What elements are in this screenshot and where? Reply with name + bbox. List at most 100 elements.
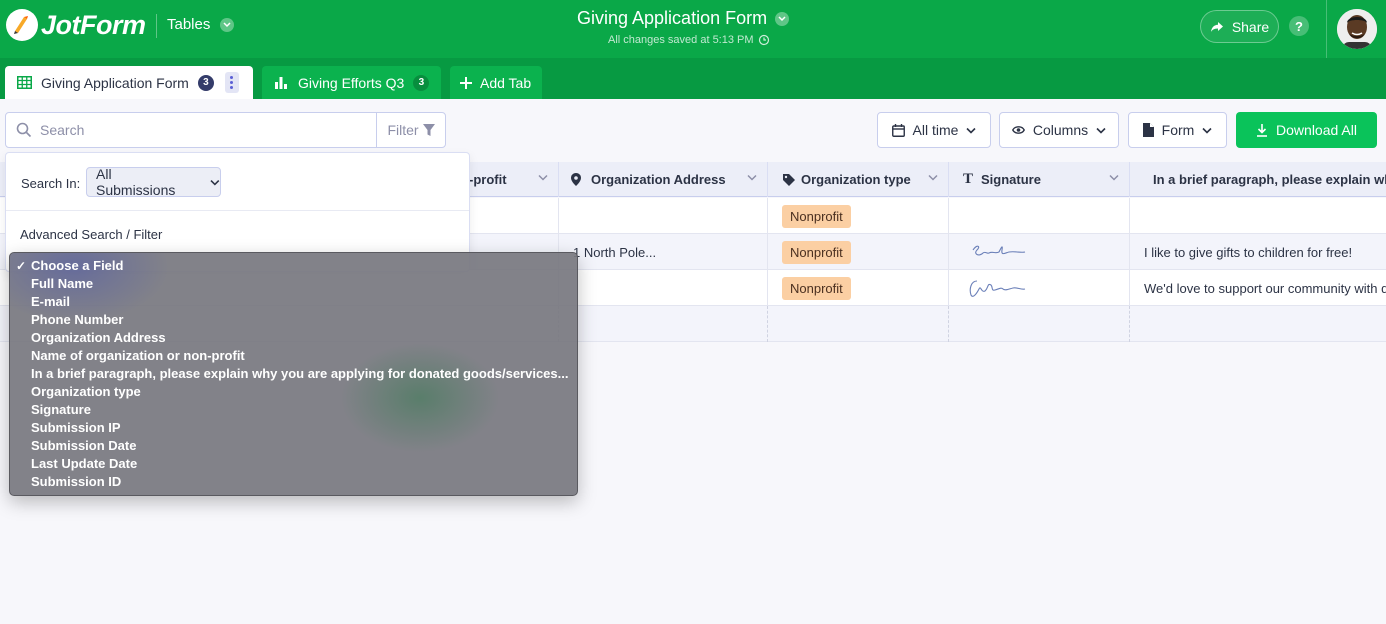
- columns-label: Columns: [1032, 122, 1089, 138]
- column-header-signature[interactable]: T Signature: [949, 162, 1130, 197]
- top-header: JotForm Tables Giving Application Form A…: [0, 0, 1386, 58]
- saved-status-text: All changes saved at 5:13 PM: [608, 34, 754, 46]
- tab-giving-efforts-q3[interactable]: Giving Efforts Q3 3: [262, 66, 441, 99]
- signature-image: [972, 245, 1026, 256]
- column-header-label: Organization Address: [591, 172, 726, 187]
- dropdown-option[interactable]: Last Update Date: [10, 455, 577, 473]
- search-box: [5, 112, 377, 148]
- table-cell-type[interactable]: Nonprofit: [768, 270, 949, 306]
- add-tab-button[interactable]: Add Tab: [450, 66, 542, 99]
- advanced-search-filter-label: Advanced Search / Filter: [20, 227, 163, 242]
- search-icon: [16, 122, 32, 138]
- dropdown-option[interactable]: Submission IP: [10, 419, 577, 437]
- tab-count-badge: 3: [197, 74, 214, 91]
- checkmark-icon: ✓: [16, 259, 27, 273]
- text-t-icon: T: [963, 171, 974, 187]
- table-cell-address[interactable]: [559, 270, 768, 306]
- dropdown-option[interactable]: Phone Number: [10, 311, 577, 329]
- table-cell-signature[interactable]: [949, 234, 1130, 270]
- table-cell[interactable]: [768, 306, 949, 342]
- chevron-down-icon[interactable]: [1109, 174, 1119, 181]
- tab-count-badge: 3: [413, 74, 430, 91]
- search-in-select[interactable]: All Submissions: [86, 166, 221, 198]
- search-in-value: All Submissions: [96, 166, 176, 198]
- dropdown-option[interactable]: Organization type: [10, 383, 577, 401]
- map-pin-icon: [571, 173, 581, 186]
- kebab-menu-icon[interactable]: [224, 72, 239, 93]
- signature-image: [969, 280, 1026, 297]
- dropdown-option[interactable]: E-mail: [10, 293, 577, 311]
- saved-status: All changes saved at 5:13 PM: [608, 34, 770, 46]
- jotform-logo-icon: [6, 9, 38, 41]
- header-divider: [156, 14, 157, 38]
- table-cell-address[interactable]: 1 North Pole...: [559, 234, 768, 270]
- dropdown-option[interactable]: Name of organization or non-profit: [10, 347, 577, 365]
- share-label: Share: [1231, 18, 1270, 35]
- dropdown-option[interactable]: Submission ID: [10, 473, 577, 491]
- table-cell-address[interactable]: [559, 198, 768, 234]
- columns-dropdown[interactable]: Columns: [999, 112, 1119, 148]
- eye-icon: [1011, 126, 1025, 134]
- column-header-organization-type[interactable]: Organization type: [768, 162, 949, 197]
- bar-chart-icon: [275, 77, 287, 89]
- column-header-label: Signature: [981, 172, 1041, 187]
- tables-menu[interactable]: Tables: [167, 16, 235, 33]
- download-icon: [1257, 123, 1268, 137]
- jotform-logo[interactable]: JotForm: [6, 9, 146, 41]
- funnel-icon: [422, 123, 435, 136]
- status-badge: Nonprofit: [782, 276, 851, 300]
- chevron-down-icon: [1202, 127, 1212, 134]
- form-label: Form: [1161, 122, 1195, 138]
- chevron-down-icon: [210, 179, 220, 186]
- dropdown-option-selected[interactable]: ✓ Choose a Field: [10, 257, 577, 275]
- tab-label: Giving Efforts Q3: [298, 74, 405, 91]
- dropdown-option[interactable]: Submission Date: [10, 437, 577, 455]
- document-icon: [1142, 123, 1154, 137]
- tab-giving-application-form[interactable]: Giving Application Form 3: [5, 66, 253, 99]
- dropdown-option[interactable]: In a brief paragraph, please explain why…: [10, 365, 577, 383]
- dropdown-option[interactable]: Signature: [10, 401, 577, 419]
- chevron-down-icon: [220, 17, 235, 32]
- column-header-brief-paragraph[interactable]: In a brief paragraph, please explain wh: [1130, 162, 1386, 197]
- table-cell-signature[interactable]: [949, 270, 1130, 306]
- dropdown-option[interactable]: Full Name: [10, 275, 577, 293]
- share-button[interactable]: Share: [1200, 10, 1279, 43]
- table-cell-paragraph[interactable]: I like to give gifts to children for fre…: [1130, 234, 1386, 270]
- chevron-down-icon[interactable]: [747, 174, 757, 181]
- plus-icon: [460, 76, 472, 89]
- date-range-dropdown[interactable]: All time: [877, 112, 991, 148]
- table-grid-icon: [17, 76, 32, 89]
- column-header-organization-address[interactable]: Organization Address: [559, 162, 768, 197]
- table-cell-paragraph[interactable]: We'd love to support our community with …: [1130, 270, 1386, 306]
- calendar-icon: [891, 123, 905, 137]
- form-dropdown[interactable]: Form: [1128, 112, 1227, 148]
- account-menu[interactable]: [1326, 0, 1386, 58]
- chevron-down-icon[interactable]: [928, 174, 938, 181]
- tag-icon: [783, 173, 795, 186]
- choose-field-dropdown-menu[interactable]: ✓ Choose a Field Full Name E-mail Phone N…: [9, 252, 578, 496]
- filter-button[interactable]: Filter: [376, 112, 446, 148]
- status-badge: Nonprofit: [782, 240, 851, 264]
- table-cell[interactable]: [949, 306, 1130, 342]
- table-cell[interactable]: [1130, 306, 1386, 342]
- search-input[interactable]: [40, 122, 360, 138]
- download-all-button[interactable]: Download All: [1236, 112, 1377, 148]
- form-title-menu[interactable]: Giving Application Form: [577, 8, 790, 29]
- filter-label: Filter: [387, 122, 419, 138]
- chevron-down-icon: [775, 11, 790, 26]
- table-cell-signature[interactable]: [949, 198, 1130, 234]
- dropdown-option[interactable]: Organization Address: [10, 329, 577, 347]
- help-button[interactable]: ?: [1289, 16, 1309, 36]
- chevron-down-icon[interactable]: [538, 174, 548, 181]
- table-cell[interactable]: [559, 306, 768, 342]
- add-tab-label: Add Tab: [480, 74, 532, 91]
- form-title: Giving Application Form: [577, 8, 768, 28]
- table-cell-type[interactable]: Nonprofit: [768, 198, 949, 234]
- search-in-label: Search In:: [21, 176, 81, 191]
- table-cell-type[interactable]: Nonprofit: [768, 234, 949, 270]
- table-cell-paragraph[interactable]: [1130, 198, 1386, 234]
- column-header-label: In a brief paragraph, please explain wh: [1153, 172, 1386, 187]
- column-header-label: -profit: [469, 172, 507, 187]
- chevron-down-icon: [1096, 127, 1106, 134]
- chevron-down-icon: [966, 127, 977, 134]
